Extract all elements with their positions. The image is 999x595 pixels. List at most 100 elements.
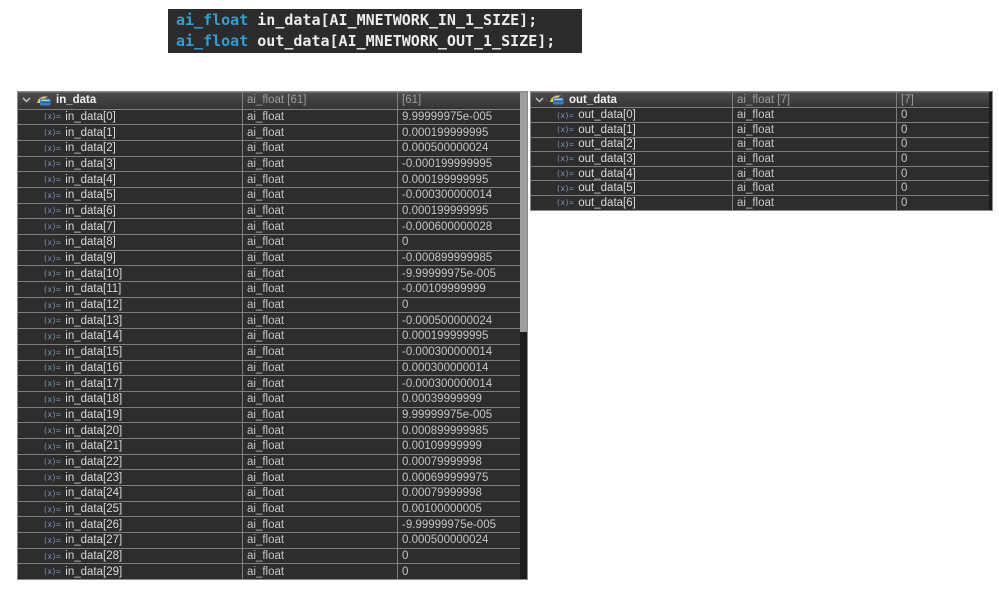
row-value-cell[interactable]: 0 — [398, 235, 520, 250]
array-variable-icon — [549, 94, 564, 105]
row-value-cell[interactable]: 0 — [897, 167, 989, 181]
table-row[interactable]: (x)= in_data[12] ai_float 0 — [18, 296, 520, 313]
row-value-cell[interactable]: -0.00109999999 — [398, 282, 520, 297]
table-row[interactable]: (x)= out_data[3] ai_float 0 — [531, 151, 989, 166]
table-row[interactable]: (x)= in_data[7] ai_float -0.000600000028 — [18, 218, 520, 234]
row-value-cell[interactable]: -0.000300000014 — [398, 376, 520, 391]
table-row[interactable]: (x)= out_data[2] ai_float 0 — [531, 136, 989, 152]
row-value-cell[interactable]: -0.000899999985 — [398, 251, 520, 266]
variable-name: in_data[8] — [65, 236, 116, 249]
table-row[interactable]: (x)= in_data[29] ai_float 0 — [18, 563, 520, 580]
table-row[interactable]: (x)= in_data[27] ai_float 0.000500000024 — [18, 532, 520, 548]
row-value-cell[interactable]: 0.00039999999 — [398, 392, 520, 407]
row-type-cell: ai_float — [243, 470, 398, 485]
table-row[interactable]: (x)= in_data[8] ai_float 0 — [18, 234, 520, 250]
table-row[interactable]: (x)= in_data[3] ai_float -0.000199999995 — [18, 155, 520, 172]
row-value-cell[interactable]: -9.99999975e-005 — [398, 266, 520, 281]
variable-icon: (x)= — [43, 269, 61, 279]
variable-icon: (x)= — [556, 139, 574, 149]
scrollbar-thumb[interactable] — [520, 92, 527, 332]
variable-icon: (x)= — [43, 504, 61, 514]
table-row[interactable]: (x)= in_data[2] ai_float 0.000500000024 — [18, 139, 520, 156]
row-value-cell[interactable]: 9.99999975e-005 — [398, 110, 520, 125]
row-name-cell: (x)= in_data[7] — [18, 219, 243, 234]
row-value-cell[interactable]: -0.000300000014 — [398, 188, 520, 203]
array-name: in_data — [56, 94, 97, 107]
row-value-cell[interactable]: 0 — [897, 138, 989, 152]
table-row[interactable]: (x)= in_data[0] ai_float 9.99999975e-005 — [18, 108, 520, 125]
row-value-cell[interactable]: 9.99999975e-005 — [398, 408, 520, 423]
chevron-down-icon[interactable] — [535, 97, 547, 103]
variable-icon: (x)= — [43, 159, 61, 169]
row-value-cell[interactable]: 0.000300000014 — [398, 361, 520, 376]
row-type-cell: ai_float — [243, 250, 398, 266]
table-row[interactable]: (x)= in_data[22] ai_float 0.00079999998 — [18, 453, 520, 470]
row-value-cell[interactable]: 0 — [897, 196, 989, 210]
row-value-cell[interactable]: 0.000199999995 — [398, 329, 520, 344]
row-value-cell[interactable]: 0 — [897, 152, 989, 166]
table-row[interactable]: (x)= in_data[1] ai_float 0.000199999995 — [18, 124, 520, 140]
row-value-cell[interactable]: 0 — [398, 549, 520, 564]
row-value-cell[interactable]: 0 — [398, 564, 520, 579]
table-row[interactable]: (x)= out_data[4] ai_float 0 — [531, 165, 989, 181]
table-row[interactable]: (x)= in_data[20] ai_float 0.000899999985 — [18, 422, 520, 438]
array-header-row-out_data[interactable]: out_data ai_float [7] [7] — [531, 92, 989, 108]
table-row[interactable]: (x)= out_data[0] ai_float 0 — [531, 107, 989, 122]
row-type-cell: ai_float — [243, 187, 398, 203]
table-row[interactable]: (x)= in_data[5] ai_float -0.000300000014 — [18, 186, 520, 203]
table-row[interactable]: (x)= in_data[17] ai_float -0.000300000014 — [18, 375, 520, 391]
row-value-cell[interactable]: -9.99999975e-005 — [398, 517, 520, 532]
table-row[interactable]: (x)= in_data[26] ai_float -9.99999975e-005 — [18, 516, 520, 533]
row-value-cell[interactable]: 0.000699999975 — [398, 470, 520, 485]
table-row[interactable]: (x)= in_data[13] ai_float -0.000500000024 — [18, 312, 520, 329]
chevron-down-icon[interactable] — [22, 97, 34, 103]
table-row[interactable]: (x)= in_data[21] ai_float 0.00109999999 — [18, 437, 520, 454]
table-row[interactable]: (x)= in_data[18] ai_float 0.00039999999 — [18, 390, 520, 407]
table-row[interactable]: (x)= in_data[9] ai_float -0.000899999985 — [18, 249, 520, 266]
row-value-cell[interactable]: 0.00109999999 — [398, 439, 520, 454]
row-value-cell[interactable]: 0.000899999985 — [398, 423, 520, 438]
scrollbar-track-empty[interactable] — [989, 92, 992, 210]
table-row[interactable]: (x)= in_data[23] ai_float 0.000699999975 — [18, 469, 520, 485]
table-row[interactable]: (x)= in_data[19] ai_float 9.99999975e-005 — [18, 406, 520, 423]
row-type-cell: ai_float — [243, 297, 398, 313]
table-row[interactable]: (x)= in_data[24] ai_float 0.00079999998 — [18, 485, 520, 501]
table-row[interactable]: (x)= out_data[1] ai_float 0 — [531, 121, 989, 137]
row-value-cell[interactable]: -0.000600000028 — [398, 219, 520, 234]
table-row[interactable]: (x)= in_data[4] ai_float 0.000199999995 — [18, 171, 520, 187]
table-row[interactable]: (x)= in_data[14] ai_float 0.000199999995 — [18, 328, 520, 344]
row-type-cell: ai_float — [243, 548, 398, 564]
row-value-cell[interactable]: 0.000500000024 — [398, 533, 520, 548]
row-value-cell[interactable]: 0 — [398, 298, 520, 313]
row-value-cell[interactable]: 0.00100000005 — [398, 502, 520, 517]
table-body: in_data ai_float [61] [61] (x)= in_data[0… — [18, 92, 520, 580]
table-row[interactable]: (x)= in_data[28] ai_float 0 — [18, 547, 520, 564]
row-value-cell[interactable]: -0.000300000014 — [398, 345, 520, 360]
row-name-cell: (x)= in_data[27] — [18, 533, 243, 548]
table-row[interactable]: (x)= in_data[10] ai_float -9.99999975e-005 — [18, 265, 520, 282]
row-value-cell[interactable]: 0.000199999995 — [398, 204, 520, 219]
row-name-cell: (x)= in_data[16] — [18, 360, 243, 376]
table-row[interactable]: (x)= in_data[25] ai_float 0.00100000005 — [18, 500, 520, 517]
row-value-cell[interactable]: 0.000199999995 — [398, 125, 520, 140]
row-value-cell[interactable]: 0.000199999995 — [398, 172, 520, 187]
row-value-cell[interactable]: 0 — [897, 123, 989, 137]
row-value-cell[interactable]: -0.000500000024 — [398, 313, 520, 328]
row-name-cell: (x)= in_data[29] — [18, 564, 243, 580]
row-value-cell[interactable]: 0 — [897, 108, 989, 122]
table-row[interactable]: (x)= in_data[16] ai_float 0.000300000014 — [18, 359, 520, 376]
vertical-scrollbar[interactable] — [520, 92, 527, 580]
table-row[interactable]: (x)= in_data[11] ai_float -0.00109999999 — [18, 281, 520, 297]
row-value-cell[interactable]: -0.000199999995 — [398, 157, 520, 172]
row-value-cell[interactable]: 0 — [897, 181, 989, 195]
row-value-cell[interactable]: 0.000500000024 — [398, 141, 520, 156]
variable-name: in_data[13] — [65, 314, 123, 327]
variable-icon: (x)= — [43, 567, 61, 577]
table-row[interactable]: (x)= out_data[5] ai_float 0 — [531, 180, 989, 195]
table-row[interactable]: (x)= in_data[6] ai_float 0.000199999995 — [18, 202, 520, 219]
array-header-row-in_data[interactable]: in_data ai_float [61] [61] — [18, 92, 520, 109]
row-value-cell[interactable]: 0.00079999998 — [398, 486, 520, 501]
table-row[interactable]: (x)= out_data[6] ai_float 0 — [531, 194, 989, 210]
table-row[interactable]: (x)= in_data[15] ai_float -0.000300000014 — [18, 343, 520, 360]
row-value-cell[interactable]: 0.00079999998 — [398, 455, 520, 470]
